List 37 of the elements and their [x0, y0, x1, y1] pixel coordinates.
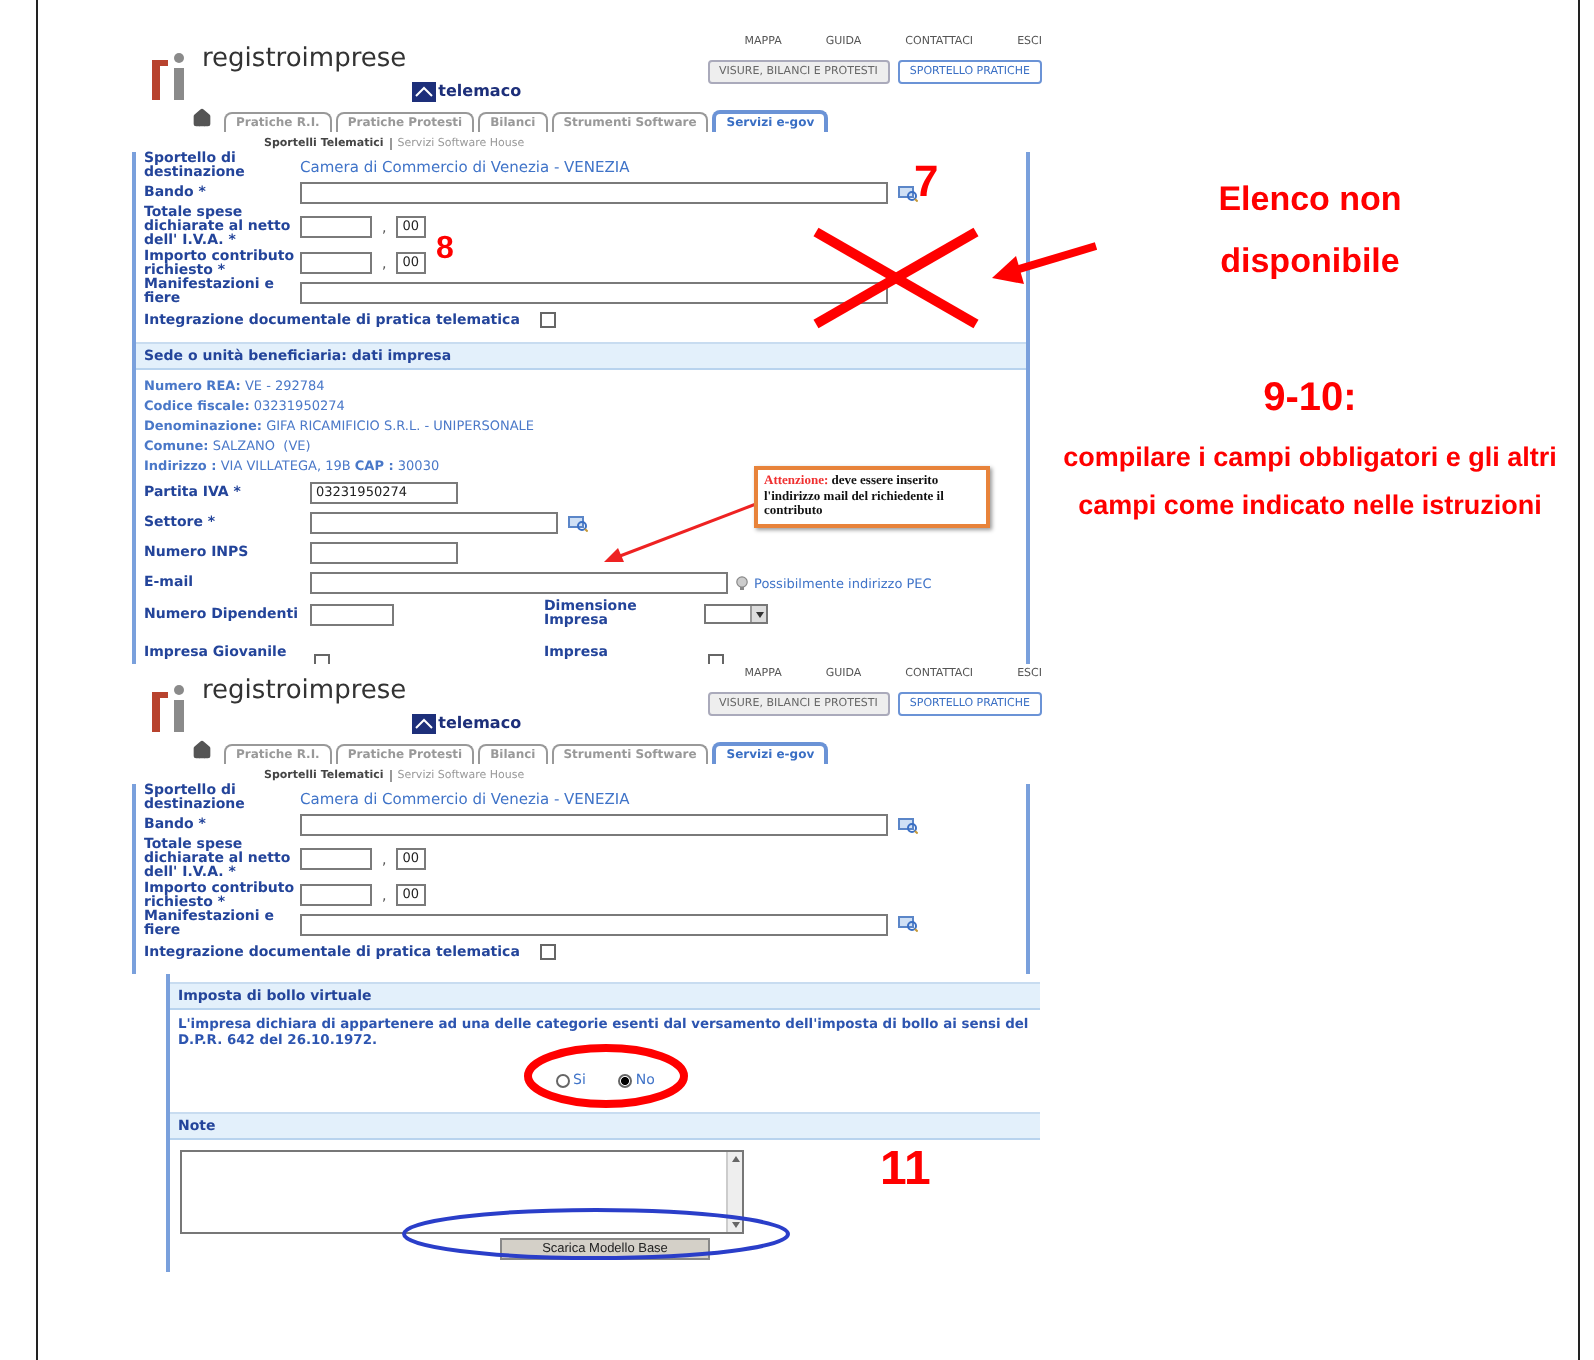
- input-field[interactable]: [300, 216, 372, 238]
- step-number: 8: [436, 234, 454, 266]
- logo-text: registroimprese: [202, 44, 407, 74]
- input-field[interactable]: [300, 814, 888, 836]
- annotation-text: Elenco non disponibile: [1216, 178, 1404, 284]
- input-field[interactable]: [310, 572, 728, 594]
- input-field[interactable]: [300, 848, 372, 870]
- input-field[interactable]: [300, 252, 372, 274]
- dropdown[interactable]: [704, 604, 768, 624]
- partner-logo-text: telemaco: [438, 82, 522, 100]
- partner-logo-icon: [412, 714, 437, 734]
- input-field[interactable]: [310, 603, 394, 625]
- step-title: 9-10:: [1263, 376, 1357, 422]
- search-list-icon[interactable]: [898, 817, 918, 833]
- search-list-icon[interactable]: [568, 515, 588, 531]
- notes-field[interactable]: [180, 1150, 744, 1234]
- input-field[interactable]: [310, 542, 458, 564]
- search-list-icon[interactable]: [898, 916, 918, 932]
- step-number: 11: [880, 1146, 931, 1194]
- partner-logo-text: telemaco: [438, 714, 522, 732]
- checkbox[interactable]: [539, 944, 556, 960]
- scroll-bar[interactable]: [726, 1152, 742, 1232]
- checkbox[interactable]: [539, 312, 556, 328]
- home-icon[interactable]: [192, 108, 212, 128]
- input-field[interactable]: [300, 913, 888, 935]
- input-field[interactable]: [310, 512, 558, 534]
- step-number: 7: [914, 160, 939, 204]
- annotation-text: compilare i campi obbligatori e gli altri campi come indicato nelle istruzioni: [1061, 440, 1559, 524]
- arrow: [992, 242, 1098, 284]
- search-list-icon[interactable]: [898, 185, 918, 201]
- input-field[interactable]: [300, 884, 372, 906]
- logo-text: registroimprese: [202, 676, 407, 706]
- bulb-icon: [736, 576, 748, 590]
- partner-logo-icon: [412, 82, 437, 102]
- home-icon[interactable]: [192, 740, 212, 760]
- input-field[interactable]: [300, 281, 888, 303]
- input-field[interactable]: [300, 182, 888, 204]
